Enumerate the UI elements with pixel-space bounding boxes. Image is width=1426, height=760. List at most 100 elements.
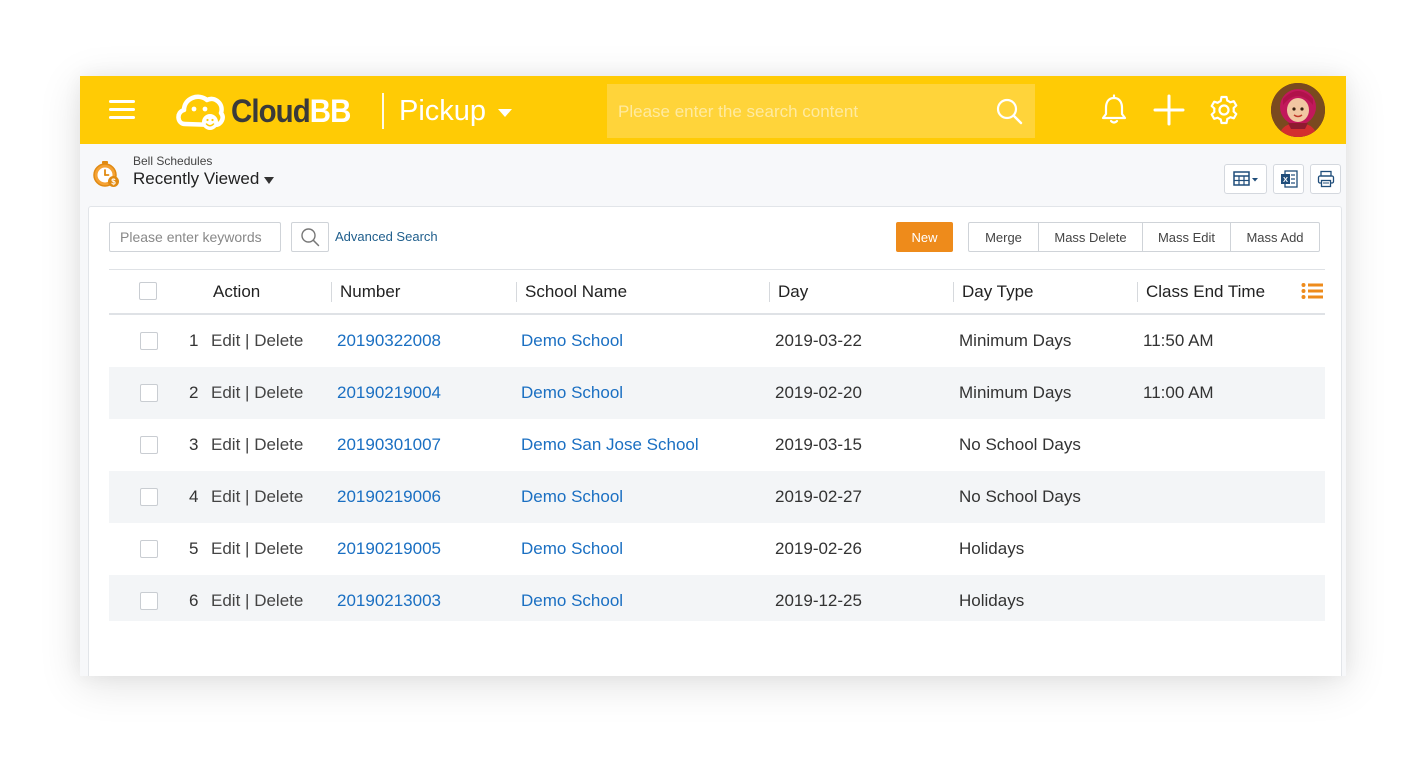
advanced-search-link[interactable]: Advanced Search <box>335 229 438 244</box>
edit-link[interactable]: Edit <box>211 487 240 506</box>
school-name-link[interactable]: Demo School <box>521 523 623 575</box>
table-row: 4 Edit | Delete 20190219006 Demo School … <box>109 471 1325 523</box>
record-number-link[interactable]: 20190322008 <box>337 315 441 367</box>
action-separator: | <box>245 591 250 610</box>
column-separator <box>769 282 770 302</box>
view-label: Recently Viewed <box>133 169 260 188</box>
user-avatar[interactable] <box>1271 83 1325 137</box>
day-type-value: Minimum Days <box>959 331 1072 350</box>
export-excel-button[interactable]: X <box>1273 164 1304 194</box>
end-time-value: 11:50 AM <box>1143 331 1214 350</box>
column-list-icon[interactable] <box>1301 282 1323 300</box>
row-index: 2 <box>189 383 199 402</box>
row-index: 5 <box>189 539 199 558</box>
svg-text:X: X <box>1282 175 1287 184</box>
row-index: 6 <box>189 591 199 610</box>
avatar-image <box>1271 83 1325 137</box>
end-time-value: 11:00 AM <box>1143 383 1214 402</box>
merge-button[interactable]: Merge <box>968 222 1039 252</box>
table-header: Action Number School Name Day Day Type C… <box>109 269 1325 315</box>
delete-link[interactable]: Delete <box>254 435 303 454</box>
list-view-selector[interactable]: Recently Viewed <box>133 169 275 189</box>
row-index: 3 <box>189 435 199 454</box>
row-checkbox[interactable] <box>140 332 158 350</box>
breadcrumb: Bell Schedules <box>133 154 213 168</box>
column-header-number[interactable]: Number <box>340 270 400 313</box>
record-number-link[interactable]: 20190219004 <box>337 367 441 419</box>
column-separator <box>953 282 954 302</box>
table-row: 6 Edit | Delete 20190213003 Demo School … <box>109 575 1325 621</box>
day-type-value: Holidays <box>959 591 1025 610</box>
action-separator: | <box>245 487 250 506</box>
school-name-link[interactable]: Demo San Jose School <box>521 419 699 471</box>
column-separator <box>516 282 517 302</box>
edit-link[interactable]: Edit <box>211 539 240 558</box>
edit-link[interactable]: Edit <box>211 383 240 402</box>
header-divider <box>382 93 384 129</box>
school-name-link[interactable]: Demo School <box>521 471 623 523</box>
clock-dollar-icon: $ <box>93 161 119 187</box>
svg-text:$: $ <box>111 177 116 186</box>
mass-delete-button[interactable]: Mass Delete <box>1038 222 1143 252</box>
app-window: CloudBB Pickup Please enter the search c… <box>80 76 1346 676</box>
column-header-day-type[interactable]: Day Type <box>962 270 1034 313</box>
table-view-icon <box>1232 171 1258 186</box>
gear-icon[interactable] <box>1208 94 1240 126</box>
day-value: 2019-02-20 <box>775 383 862 402</box>
keyword-search-input[interactable] <box>109 222 281 252</box>
school-name-link[interactable]: Demo School <box>521 315 623 367</box>
plus-icon[interactable] <box>1153 94 1185 126</box>
record-number-link[interactable]: 20190301007 <box>337 419 441 471</box>
app-logo[interactable]: CloudBB <box>175 90 361 132</box>
column-header-class-end-time[interactable]: Class End Time <box>1146 270 1265 313</box>
delete-link[interactable]: Delete <box>254 591 303 610</box>
chevron-down-icon <box>498 109 513 117</box>
day-value: 2019-02-27 <box>775 487 862 506</box>
school-name-link[interactable]: Demo School <box>521 575 623 627</box>
global-search-input[interactable] <box>607 84 990 140</box>
row-checkbox[interactable] <box>140 384 158 402</box>
table-view-button[interactable] <box>1224 164 1267 194</box>
column-header-school-name[interactable]: School Name <box>525 270 627 313</box>
bell-icon[interactable] <box>1098 94 1130 126</box>
records-table: Action Number School Name Day Day Type C… <box>109 269 1325 621</box>
hamburger-icon[interactable] <box>109 100 135 120</box>
record-number-link[interactable]: 20190219006 <box>337 471 441 523</box>
action-separator: | <box>245 435 250 454</box>
record-number-link[interactable]: 20190219005 <box>337 523 441 575</box>
table-row: 2 Edit | Delete 20190219004 Demo School … <box>109 367 1325 419</box>
day-type-value: No School Days <box>959 487 1081 506</box>
edit-link[interactable]: Edit <box>211 331 240 350</box>
new-button[interactable]: New <box>896 222 953 252</box>
row-checkbox[interactable] <box>140 488 158 506</box>
edit-link[interactable]: Edit <box>211 435 240 454</box>
day-value: 2019-02-26 <box>775 539 862 558</box>
delete-link[interactable]: Delete <box>254 331 303 350</box>
day-type-value: No School Days <box>959 435 1081 454</box>
print-button[interactable] <box>1310 164 1341 194</box>
record-number-link[interactable]: 20190213003 <box>337 575 441 627</box>
school-name-link[interactable]: Demo School <box>521 367 623 419</box>
delete-link[interactable]: Delete <box>254 487 303 506</box>
list-panel: Advanced Search New Merge Mass Delete Ma… <box>88 206 1342 676</box>
delete-link[interactable]: Delete <box>254 539 303 558</box>
table-row: 3 Edit | Delete 20190301007 Demo San Jos… <box>109 419 1325 471</box>
mass-edit-button[interactable]: Mass Edit <box>1142 222 1231 252</box>
row-index: 1 <box>189 331 199 350</box>
select-all-checkbox[interactable] <box>139 282 157 300</box>
table-body: 1 Edit | Delete 20190322008 Demo School … <box>109 315 1325 621</box>
logo-face-icon <box>176 94 225 130</box>
module-switcher[interactable]: Pickup <box>399 94 513 128</box>
module-label: Pickup <box>399 94 487 127</box>
column-header-day[interactable]: Day <box>778 270 808 313</box>
delete-link[interactable]: Delete <box>254 383 303 402</box>
row-checkbox[interactable] <box>140 540 158 558</box>
day-value: 2019-03-22 <box>775 331 862 350</box>
column-separator <box>331 282 332 302</box>
row-checkbox[interactable] <box>140 436 158 454</box>
search-icon[interactable] <box>995 97 1023 125</box>
row-checkbox[interactable] <box>140 592 158 610</box>
edit-link[interactable]: Edit <box>211 591 240 610</box>
keyword-search-button[interactable] <box>291 222 329 252</box>
mass-add-button[interactable]: Mass Add <box>1230 222 1320 252</box>
